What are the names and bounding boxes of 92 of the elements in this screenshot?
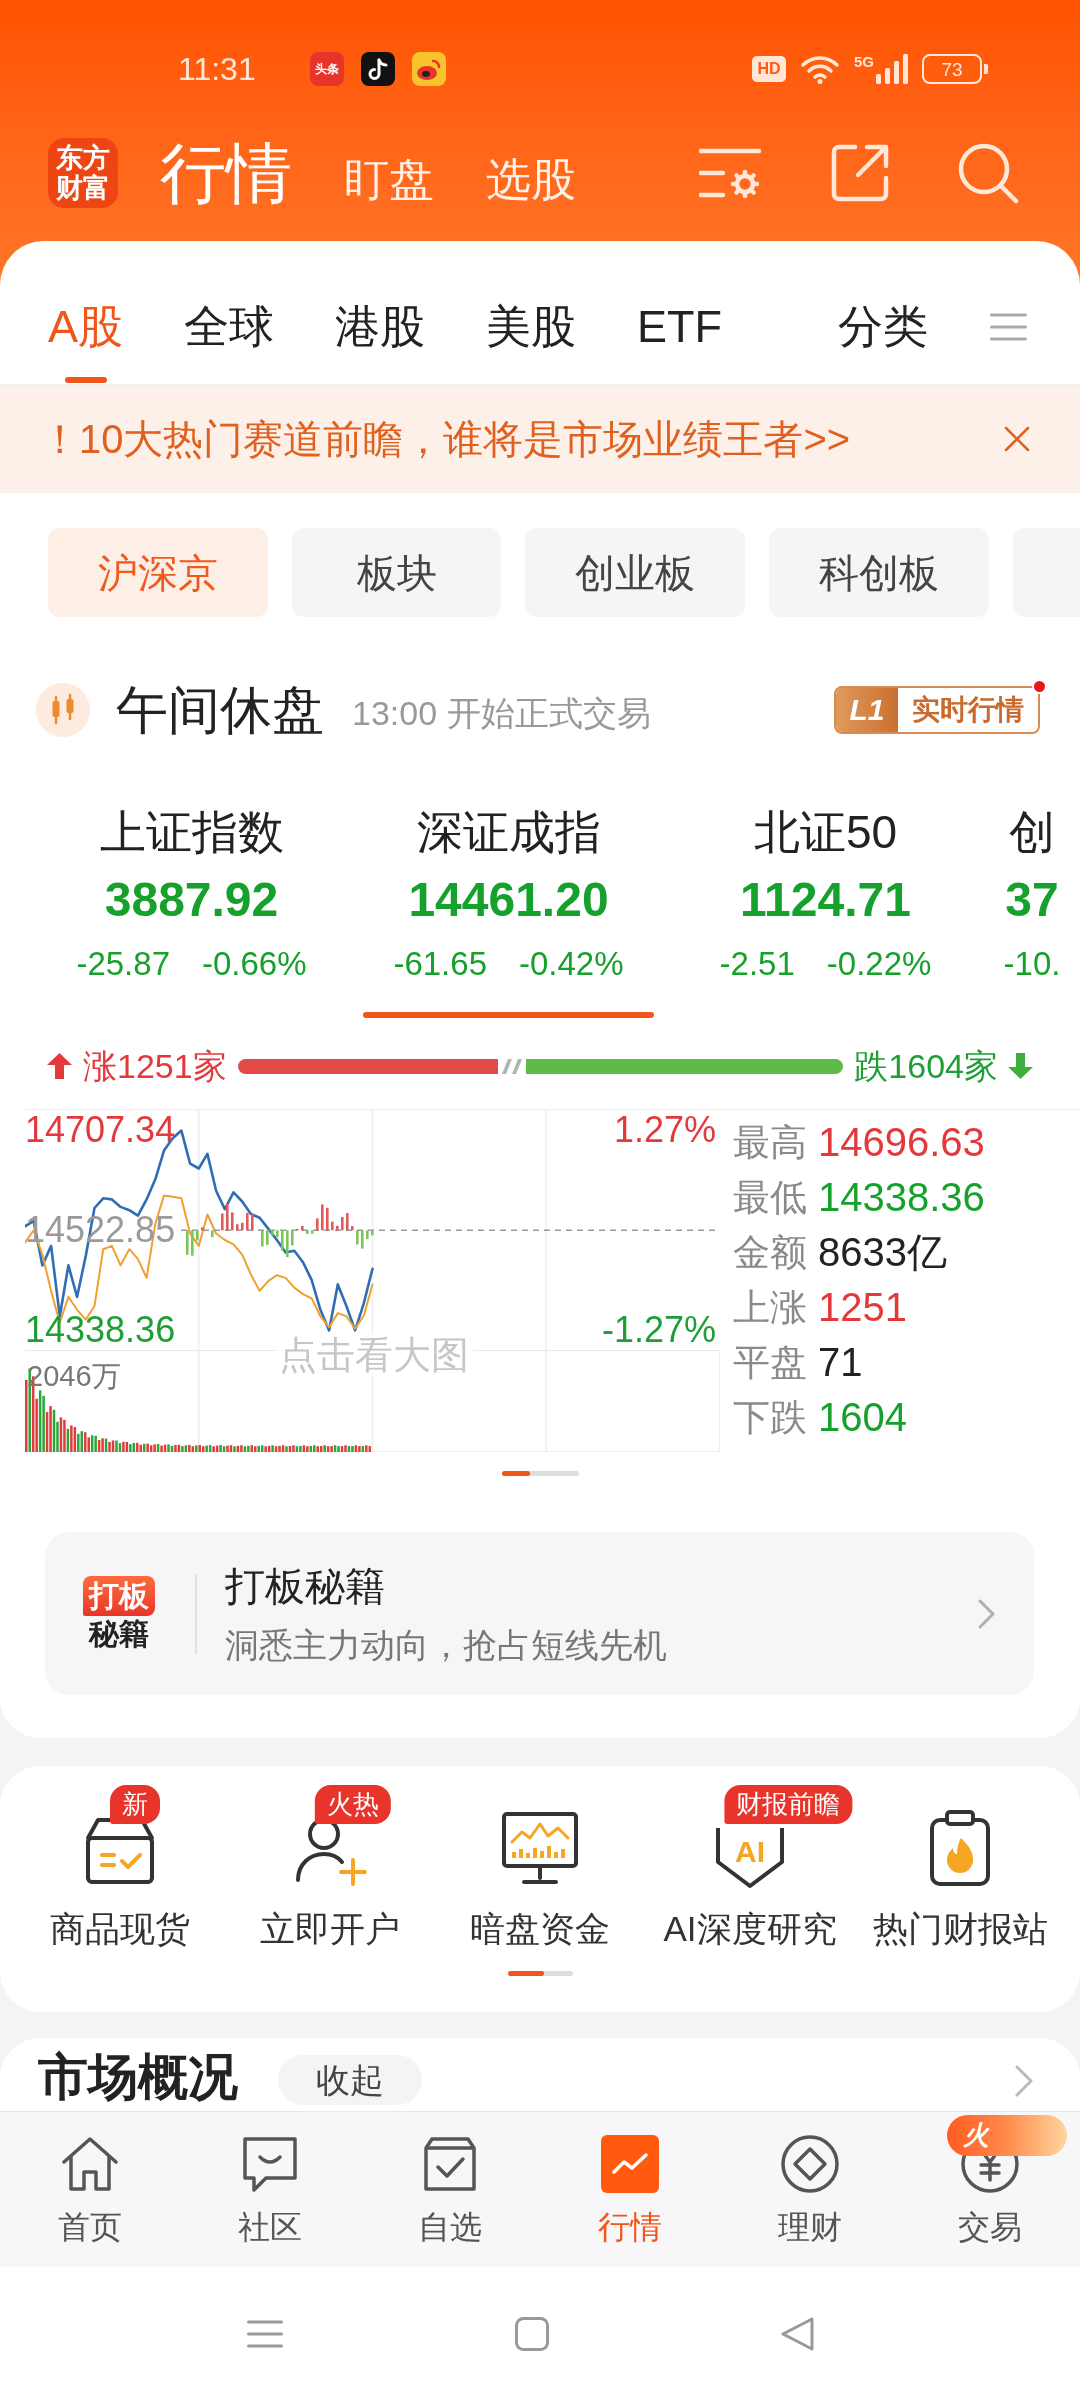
chevron-right-icon[interactable]	[1015, 2065, 1033, 2097]
promo-tag: 财报前瞻	[724, 1785, 853, 1824]
section-title: 市场概况	[38, 2048, 238, 2107]
stat-value: 1604	[818, 1394, 907, 1441]
music-note-icon	[360, 52, 395, 86]
flat-marker-icon	[502, 1058, 523, 1074]
y-axis-label: 14338.36	[25, 1312, 176, 1348]
index-percent: -0.66%	[202, 944, 307, 984]
rise-count: 涨1251家	[83, 1049, 227, 1083]
collapse-button[interactable]: 收起	[278, 2055, 422, 2105]
percent-axis-label: 1.27%	[613, 1112, 716, 1148]
shortcut-button[interactable]: 暗盘资金	[435, 1785, 645, 1951]
stat-label: 最低	[733, 1176, 808, 1220]
battery-indicator: 73	[922, 54, 988, 84]
index-percent: -0.22%	[826, 944, 932, 984]
market-tab[interactable]: 港股	[335, 301, 425, 383]
stat-value: 14696.63	[818, 1119, 985, 1166]
chevron-right-icon	[978, 1598, 995, 1629]
chat-bubble-icon	[240, 2134, 300, 2194]
shortcut-button[interactable]: 火热 立即开户	[225, 1785, 435, 1951]
stat-label: 金额	[733, 1231, 808, 1275]
index-value: 14461.20	[408, 872, 609, 928]
stat-label: 上涨	[733, 1286, 808, 1330]
stat-value: 1251	[818, 1284, 907, 1331]
list-settings-icon[interactable]	[699, 148, 763, 198]
app-logo: 东方财富	[48, 138, 118, 208]
home-icon	[60, 2134, 120, 2194]
signal-icon	[876, 54, 908, 84]
nav-tab[interactable]: 社区	[180, 2134, 360, 2247]
news-app-icon: 头条	[309, 52, 344, 86]
down-arrow-icon	[1008, 1053, 1033, 1079]
stat-label: 下跌	[733, 1396, 808, 1440]
clock-time: 11:31	[178, 53, 256, 85]
close-icon[interactable]	[1004, 426, 1030, 452]
market-tab[interactable]: ETF	[637, 301, 722, 383]
logo-tag: 打板	[82, 1575, 155, 1616]
eye-icon	[411, 52, 446, 86]
index-name[interactable]: 创	[1009, 805, 1055, 859]
logo-text: 秘籍	[88, 1615, 149, 1652]
index-value: 37	[1005, 872, 1059, 928]
stat-value: 71	[818, 1339, 863, 1386]
stat-value: 14338.36	[818, 1174, 985, 1221]
menu-icon[interactable]	[246, 2319, 283, 2348]
shortcut-button[interactable]: 新 商品现货	[15, 1785, 225, 1951]
fall-count: 跌1604家	[854, 1049, 998, 1083]
stat-value: 8633亿	[818, 1229, 947, 1276]
shortcut-button[interactable]: 热门财报站	[855, 1785, 1065, 1951]
back-icon[interactable]	[780, 2316, 814, 2351]
stat-label: 最高	[733, 1121, 808, 1165]
promo-title: 打板秘籍	[225, 1562, 386, 1610]
category-button[interactable]: 分类	[838, 301, 928, 353]
index-percent: -0.42%	[519, 944, 624, 984]
filter-chip[interactable]: 科创板	[769, 528, 989, 617]
line-chart-icon	[600, 2134, 660, 2194]
index-value: 1124.71	[740, 872, 911, 928]
nav-tab[interactable]: 理财	[720, 2134, 900, 2247]
market-tab[interactable]: 美股	[486, 301, 576, 383]
promo-card[interactable]: 打板 秘籍 打板秘籍 洞悉主力动向，抢占短线先机	[45, 1532, 1034, 1695]
index-change: -10.	[1003, 944, 1061, 984]
promo-subtitle: 洞悉主力动向，抢占短线先机	[225, 1624, 667, 1666]
stat-label: 平盘	[733, 1341, 808, 1385]
session-status: 午间休盘	[116, 680, 324, 740]
filter-chip[interactable]: 创业板	[525, 528, 745, 617]
shortcut-button[interactable]: 财报前瞻 AI AI深度研究	[645, 1785, 855, 1951]
index-change: -61.65	[393, 944, 487, 984]
promo-tag: 新	[110, 1785, 160, 1824]
realtime-quote-badge[interactable]: L1 实时行情	[834, 686, 1040, 734]
filter-chip[interactable]: 板块	[292, 528, 501, 617]
scroll-indicator	[507, 1971, 573, 1976]
percent-axis-label: -1.27%	[601, 1312, 716, 1348]
market-tab[interactable]: 全球	[184, 301, 274, 383]
nav-tab[interactable]: 自选	[360, 2134, 540, 2247]
candlestick-icon	[36, 683, 90, 737]
y-axis-label: 14707.34	[25, 1112, 176, 1148]
nav-tab[interactable]: 首页	[0, 2134, 180, 2247]
up-arrow-icon	[47, 1053, 72, 1079]
wifi-icon	[800, 54, 840, 84]
index-name[interactable]: 北证50	[753, 805, 898, 859]
share-icon[interactable]	[831, 144, 889, 202]
index-change: -25.87	[76, 944, 170, 984]
alert-mark: ！	[40, 416, 79, 463]
menu-icon[interactable]	[990, 312, 1027, 342]
index-value: 3887.92	[104, 872, 279, 928]
search-icon[interactable]	[957, 142, 1019, 204]
hd-indicator: HD	[752, 56, 786, 82]
index-change: -2.51	[719, 944, 795, 984]
session-note: 13:00 开始正式交易	[352, 693, 651, 733]
index-name[interactable]: 上证指数	[99, 805, 284, 859]
promo-tag: 火热	[314, 1785, 391, 1824]
network-type: 5G	[854, 54, 874, 69]
index-name[interactable]: 深证成指	[416, 805, 601, 859]
square-icon[interactable]	[514, 2316, 549, 2351]
